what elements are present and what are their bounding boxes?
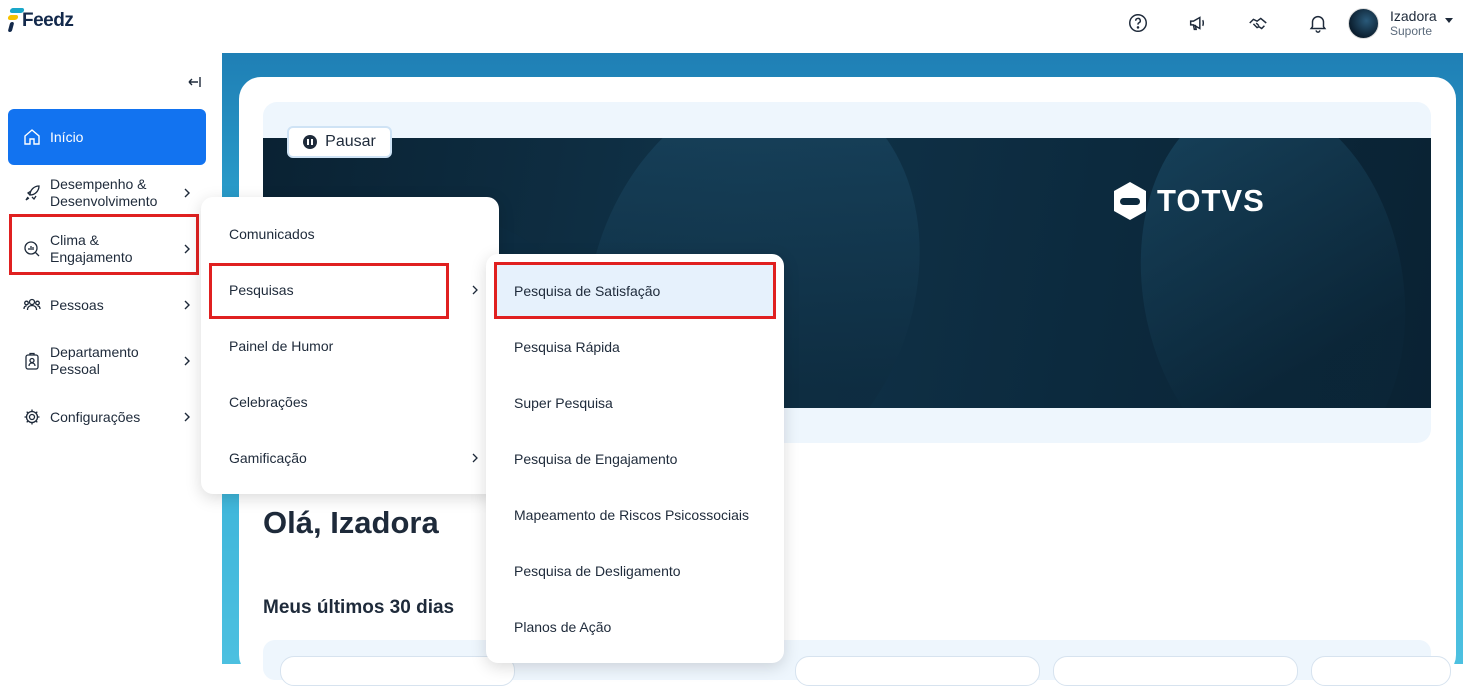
user-name: Izadora — [1390, 8, 1437, 25]
feedz-logo-text: Feedz — [22, 10, 74, 31]
totvs-mark-icon — [1111, 180, 1149, 222]
menu-item-label: Planos de Ação — [514, 619, 612, 635]
menu-item-comunicados[interactable]: Comunicados — [201, 206, 499, 262]
user-menu[interactable]: Izadora Suporte — [1348, 8, 1453, 39]
sidebar-item-label: Departamento Pessoal — [50, 344, 139, 377]
menu-item-label: Super Pesquisa — [514, 395, 613, 411]
menu-item-celebracoes[interactable]: Celebrações — [201, 374, 499, 430]
sidebar-item-clima[interactable]: Clima & Engajamento — [8, 232, 206, 266]
menu-item-label: Pesquisas — [229, 282, 294, 298]
sidebar-item-configuracoes[interactable]: Configurações — [8, 406, 206, 428]
totvs-logo: TOTVS — [1111, 180, 1265, 222]
sidebar-item-departamento[interactable]: Departamento Pessoal — [8, 344, 206, 378]
menu-item-label: Painel de Humor — [229, 338, 334, 354]
greeting-title: Olá, Izadora — [263, 505, 439, 540]
stat-card[interactable] — [280, 656, 515, 686]
pause-icon — [303, 135, 318, 149]
caret-down-icon — [1444, 18, 1453, 23]
menu-item-super-pesquisa[interactable]: Super Pesquisa — [486, 375, 784, 431]
menu-item-label: Pesquisa Rápida — [514, 339, 620, 355]
menu-item-label: Pesquisa de Engajamento — [514, 451, 678, 467]
top-icons — [1108, 11, 1348, 35]
stat-card[interactable] — [1311, 656, 1451, 686]
chevron-right-icon — [184, 188, 190, 198]
chevron-right-icon — [184, 412, 190, 422]
menu-item-label: Pesquisa de Satisfação — [514, 283, 661, 299]
help-icon[interactable] — [1108, 11, 1168, 35]
menu-item-label: Pesquisa de Desligamento — [514, 563, 681, 579]
chevron-right-icon — [184, 356, 190, 366]
menu-item-label: Comunicados — [229, 226, 315, 242]
menu-item-pesquisa-engajamento[interactable]: Pesquisa de Engajamento — [486, 431, 784, 487]
menu-item-gamificacao[interactable]: Gamificação — [201, 430, 499, 486]
menu-item-label: Gamificação — [229, 450, 307, 466]
chevron-right-icon — [472, 453, 478, 463]
avatar — [1348, 8, 1379, 39]
menu-item-pesquisa-satisfacao[interactable]: Pesquisa de Satisfação — [496, 263, 774, 319]
totvs-text: TOTVS — [1157, 183, 1265, 218]
user-role: Suporte — [1390, 23, 1433, 38]
menu-item-label: Celebrações — [229, 394, 308, 410]
rocket-icon — [21, 182, 43, 204]
sidebar-item-inicio[interactable]: Início — [8, 109, 206, 165]
pause-label: Pausar — [325, 133, 376, 150]
stat-card[interactable] — [795, 656, 1040, 686]
menu-item-pesquisa-rapida[interactable]: Pesquisa Rápida — [486, 319, 784, 375]
megaphone-icon[interactable] — [1168, 11, 1228, 35]
menu-item-mapeamento-riscos[interactable]: Mapeamento de Riscos Psicossociais — [486, 487, 784, 543]
menu-item-label: Mapeamento de Riscos Psicossociais — [514, 507, 749, 523]
chevron-right-icon — [184, 300, 190, 310]
top-bar: Feedz Izadora Suporte — [0, 0, 1463, 53]
sidebar-item-label: Início — [50, 128, 84, 145]
home-icon — [21, 126, 43, 148]
submenu-clima: Comunicados Pesquisas Painel de Humor Ce… — [201, 197, 499, 494]
gear-icon — [21, 406, 43, 428]
feedz-logo[interactable]: Feedz — [7, 6, 74, 32]
section-heading: Meus últimos 30 dias — [263, 597, 455, 618]
submenu-pesquisas: Pesquisa de Satisfação Pesquisa Rápida S… — [486, 254, 784, 663]
magnifier-chart-icon — [21, 238, 43, 260]
sidebar-item-pessoas[interactable]: Pessoas — [8, 294, 206, 316]
bell-icon[interactable] — [1288, 11, 1348, 35]
pause-button[interactable]: Pausar — [287, 126, 392, 158]
stat-card[interactable] — [1053, 656, 1298, 686]
sidebar-item-label: Clima & Engajamento — [50, 232, 133, 265]
chevron-right-icon — [472, 285, 478, 295]
menu-item-pesquisas[interactable]: Pesquisas — [201, 262, 499, 318]
sidebar-item-label: Desempenho & Desenvolvimento — [50, 176, 158, 209]
feedz-logo-mark — [7, 6, 26, 32]
sidebar-item-desempenho[interactable]: Desempenho & Desenvolvimento — [8, 176, 206, 210]
people-icon — [21, 294, 43, 316]
chevron-right-icon — [184, 244, 190, 254]
sidebar-item-label: Configurações — [50, 408, 141, 425]
menu-item-pesquisa-desligamento[interactable]: Pesquisa de Desligamento — [486, 543, 784, 599]
badge-icon — [21, 350, 43, 372]
menu-item-painel-humor[interactable]: Painel de Humor — [201, 318, 499, 374]
menu-item-planos-acao[interactable]: Planos de Ação — [486, 599, 784, 655]
sidebar-item-label: Pessoas — [50, 296, 104, 313]
handshake-icon[interactable] — [1228, 11, 1288, 35]
collapse-sidebar-icon[interactable] — [185, 73, 203, 91]
